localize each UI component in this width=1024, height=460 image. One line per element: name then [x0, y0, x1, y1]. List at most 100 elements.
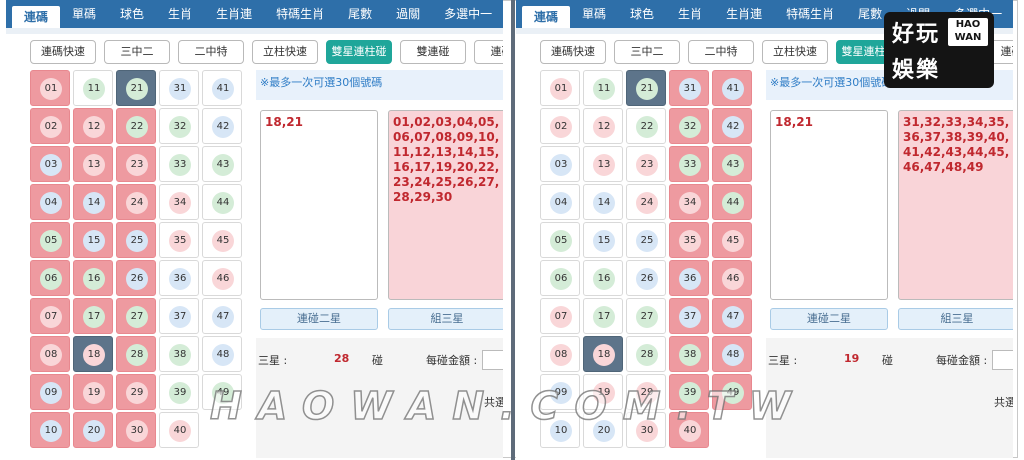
number-cell-20[interactable]: 20: [73, 412, 113, 448]
number-cell-23[interactable]: 23: [116, 146, 156, 182]
number-cell-10[interactable]: 10: [30, 412, 70, 448]
number-cell-24[interactable]: 24: [116, 184, 156, 220]
number-cell-25[interactable]: 25: [626, 222, 666, 258]
number-cell-45[interactable]: 45: [202, 222, 242, 258]
amount-input[interactable]: [482, 350, 503, 370]
number-cell-12[interactable]: 12: [73, 108, 113, 144]
number-cell-05[interactable]: 05: [30, 222, 70, 258]
number-cell-11[interactable]: 11: [73, 70, 113, 106]
quick-button-4[interactable]: 雙星連柱碰: [326, 40, 392, 64]
number-cell-17[interactable]: 17: [73, 298, 113, 334]
number-cell-15[interactable]: 15: [583, 222, 623, 258]
number-cell-45[interactable]: 45: [712, 222, 752, 258]
quick-button-3[interactable]: 立柱快速: [252, 40, 318, 64]
number-cell-39[interactable]: 39: [159, 374, 199, 410]
number-cell-33[interactable]: 33: [669, 146, 709, 182]
number-cell-18[interactable]: 18: [73, 336, 113, 372]
number-cell-36[interactable]: 36: [159, 260, 199, 296]
tab-2[interactable]: 球色: [108, 3, 156, 25]
number-cell-03[interactable]: 03: [30, 146, 70, 182]
number-cell-31[interactable]: 31: [159, 70, 199, 106]
tab-1[interactable]: 單碼: [60, 3, 108, 25]
number-cell-35[interactable]: 35: [669, 222, 709, 258]
number-cell-14[interactable]: 14: [73, 184, 113, 220]
number-cell-26[interactable]: 26: [626, 260, 666, 296]
number-cell-11[interactable]: 11: [583, 70, 623, 106]
number-cell-14[interactable]: 14: [583, 184, 623, 220]
number-cell-31[interactable]: 31: [669, 70, 709, 106]
number-cell-28[interactable]: 28: [116, 336, 156, 372]
number-cell-07[interactable]: 07: [30, 298, 70, 334]
number-cell-34[interactable]: 34: [159, 184, 199, 220]
number-cell-08[interactable]: 08: [30, 336, 70, 372]
number-cell-46[interactable]: 46: [712, 260, 752, 296]
number-cell-04[interactable]: 04: [30, 184, 70, 220]
group-three-star-button[interactable]: 組三星: [388, 308, 503, 330]
quick-button-2[interactable]: 二中特: [178, 40, 244, 64]
tab-2[interactable]: 球色: [618, 3, 666, 25]
number-cell-48[interactable]: 48: [202, 336, 242, 372]
quick-button-0[interactable]: 連碼快速: [30, 40, 96, 64]
pair-two-star-button[interactable]: 連碰二星: [770, 308, 888, 330]
number-cell-18[interactable]: 18: [583, 336, 623, 372]
number-cell-42[interactable]: 42: [712, 108, 752, 144]
number-cell-22[interactable]: 22: [116, 108, 156, 144]
number-cell-25[interactable]: 25: [116, 222, 156, 258]
number-cell-16[interactable]: 16: [73, 260, 113, 296]
number-cell-48[interactable]: 48: [712, 336, 752, 372]
number-cell-41[interactable]: 41: [712, 70, 752, 106]
number-cell-32[interactable]: 32: [159, 108, 199, 144]
number-cell-13[interactable]: 13: [583, 146, 623, 182]
tab-4[interactable]: 生肖連: [714, 3, 774, 25]
number-cell-33[interactable]: 33: [159, 146, 199, 182]
number-cell-02[interactable]: 02: [540, 108, 580, 144]
tab-1[interactable]: 單碼: [570, 3, 618, 25]
number-cell-28[interactable]: 28: [626, 336, 666, 372]
number-cell-30[interactable]: 30: [116, 412, 156, 448]
number-cell-27[interactable]: 27: [116, 298, 156, 334]
number-cell-32[interactable]: 32: [669, 108, 709, 144]
number-cell-41[interactable]: 41: [202, 70, 242, 106]
tab-3[interactable]: 生肖: [666, 3, 714, 25]
number-cell-44[interactable]: 44: [202, 184, 242, 220]
number-cell-01[interactable]: 01: [30, 70, 70, 106]
number-cell-43[interactable]: 43: [712, 146, 752, 182]
number-cell-21[interactable]: 21: [626, 70, 666, 106]
pair-two-star-button[interactable]: 連碰二星: [260, 308, 378, 330]
quick-button-5[interactable]: 雙連碰: [400, 40, 466, 64]
tab-5[interactable]: 特碼生肖: [774, 3, 846, 25]
quick-button-1[interactable]: 三中二: [614, 40, 680, 64]
number-cell-46[interactable]: 46: [202, 260, 242, 296]
number-cell-35[interactable]: 35: [159, 222, 199, 258]
tab-3[interactable]: 生肖: [156, 3, 204, 25]
quick-button-2[interactable]: 二中特: [688, 40, 754, 64]
tab-5[interactable]: 特碼生肖: [264, 3, 336, 25]
number-cell-04[interactable]: 04: [540, 184, 580, 220]
tab-4[interactable]: 生肖連: [204, 3, 264, 25]
number-cell-15[interactable]: 15: [73, 222, 113, 258]
number-cell-29[interactable]: 29: [116, 374, 156, 410]
number-cell-05[interactable]: 05: [540, 222, 580, 258]
number-cell-47[interactable]: 47: [202, 298, 242, 334]
quick-button-3[interactable]: 立柱快速: [762, 40, 828, 64]
number-cell-19[interactable]: 19: [73, 374, 113, 410]
tab-7[interactable]: 過關: [384, 3, 432, 25]
number-cell-27[interactable]: 27: [626, 298, 666, 334]
quick-button-6[interactable]: 連碰標: [474, 40, 503, 64]
number-cell-37[interactable]: 37: [669, 298, 709, 334]
group-three-star-button[interactable]: 組三星: [898, 308, 1013, 330]
number-cell-08[interactable]: 08: [540, 336, 580, 372]
quick-button-1[interactable]: 三中二: [104, 40, 170, 64]
number-cell-21[interactable]: 21: [116, 70, 156, 106]
number-cell-38[interactable]: 38: [669, 336, 709, 372]
tab-6[interactable]: 尾數: [336, 3, 384, 25]
number-cell-47[interactable]: 47: [712, 298, 752, 334]
amount-input[interactable]: [992, 350, 1013, 370]
number-cell-17[interactable]: 17: [583, 298, 623, 334]
tab-0[interactable]: 連碼: [522, 6, 571, 28]
number-cell-37[interactable]: 37: [159, 298, 199, 334]
tab-8[interactable]: 多選中一: [432, 3, 503, 25]
number-cell-06[interactable]: 06: [30, 260, 70, 296]
number-cell-16[interactable]: 16: [583, 260, 623, 296]
number-cell-24[interactable]: 24: [626, 184, 666, 220]
